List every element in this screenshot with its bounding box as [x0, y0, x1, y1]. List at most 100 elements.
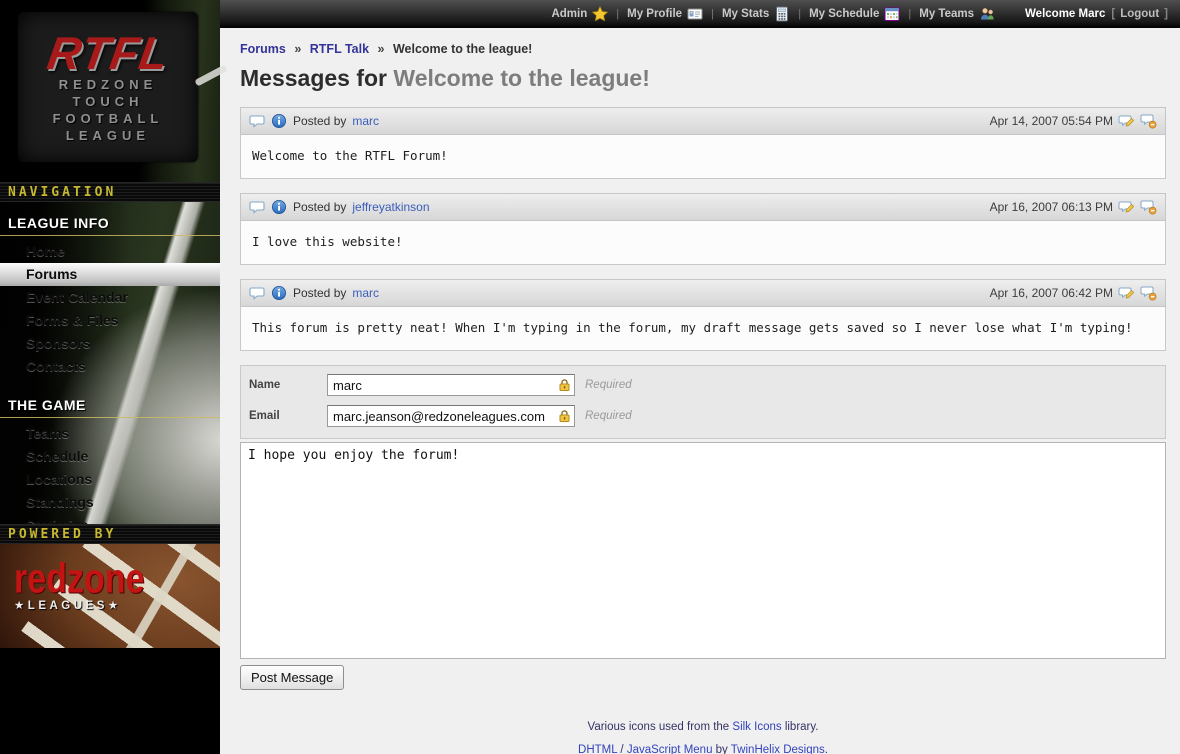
- breadcrumb-separator: »: [289, 42, 306, 56]
- footer-text: /: [617, 744, 627, 754]
- league-logo-area: RTFL REDZONE TOUCH FOOTBALL LEAGUE: [0, 0, 220, 182]
- email-input[interactable]: [327, 405, 575, 427]
- posted-by-label: Posted by: [293, 114, 346, 128]
- topbar-item-label: My Stats: [722, 8, 769, 20]
- sidebar-item-forms-files[interactable]: Forms & Files: [0, 309, 220, 332]
- required-label: Required: [585, 379, 632, 391]
- name-row: Name Required: [249, 374, 1157, 396]
- twinhelix-designs-link[interactable]: TwinHelix Designs: [731, 744, 825, 754]
- posted-by-label: Posted by: [293, 200, 346, 214]
- content: Forums » RTFL Talk » Welcome to the leag…: [220, 28, 1180, 754]
- sidebar-filler: [0, 648, 220, 754]
- javascript-menu-link[interactable]: JavaScript Menu: [627, 744, 713, 754]
- footer: Various icons used from the Silk Icons l…: [240, 716, 1166, 754]
- message-date: Apr 16, 2007 06:13 PM: [990, 200, 1113, 214]
- footer-text: library.: [782, 721, 819, 733]
- comment-edit-icon[interactable]: [1118, 199, 1135, 215]
- topbar-item-my-stats[interactable]: My Stats: [714, 6, 798, 22]
- sidebar-item-event-calendar[interactable]: Event Calendar: [0, 286, 220, 309]
- topbar-item-label: My Schedule: [809, 8, 879, 20]
- powered-by-header: POWERED BY: [0, 524, 220, 544]
- sidebar-nav: LEAGUE INFO Home Forums Event Calendar F…: [0, 202, 220, 524]
- welcome-user-label: Welcome Marc: [1019, 8, 1111, 20]
- topbar-item-admin[interactable]: Admin: [543, 6, 616, 22]
- page-title: Messages for Welcome to the league!: [240, 65, 1166, 92]
- comment-delete-icon[interactable]: [1140, 113, 1157, 129]
- lock-icon: [558, 378, 571, 392]
- vcard-icon: [687, 6, 703, 22]
- message-post: Posted by marc Apr 14, 2007 05:54 PM Wel…: [240, 107, 1166, 179]
- sidebar-item-teams[interactable]: Teams: [0, 422, 220, 445]
- message-body: This forum is pretty neat! When I'm typi…: [240, 307, 1166, 351]
- posted-by-label: Posted by: [293, 286, 346, 300]
- footer-line-icons: Various icons used from the Silk Icons l…: [240, 716, 1166, 739]
- comment-icon: [249, 199, 265, 215]
- comment-delete-icon[interactable]: [1140, 199, 1157, 215]
- sidebar: RTFL REDZONE TOUCH FOOTBALL LEAGUE NAVIG…: [0, 0, 220, 754]
- nav-section-the-game: THE GAME: [0, 392, 220, 418]
- breadcrumb-current: Welcome to the league!: [393, 42, 532, 56]
- message-body: Welcome to the RTFL Forum!: [240, 135, 1166, 179]
- message-meta: Apr 16, 2007 06:42 PM: [990, 285, 1157, 301]
- footer-text: Various icons used from the: [588, 721, 733, 733]
- message-meta: Apr 16, 2007 06:13 PM: [990, 199, 1157, 215]
- comment-icon: [249, 285, 265, 301]
- name-input-wrap: [327, 374, 575, 396]
- breadcrumb-rtfl-talk-link[interactable]: RTFL Talk: [310, 42, 369, 56]
- footer-text: .: [825, 744, 828, 754]
- footer-line-menu: DHTML / JavaScript Menu by TwinHelix Des…: [240, 739, 1166, 754]
- information-icon[interactable]: [271, 285, 287, 301]
- message-author-link[interactable]: jeffreyatkinson: [352, 200, 429, 214]
- information-icon[interactable]: [271, 199, 287, 215]
- topbar-item-my-teams[interactable]: My Teams: [911, 6, 1003, 22]
- message-post: Posted by marc Apr 16, 2007 06:42 PM Thi…: [240, 279, 1166, 351]
- message-author-link[interactable]: marc: [352, 114, 379, 128]
- message-date: Apr 16, 2007 06:42 PM: [990, 286, 1113, 300]
- message-author-link[interactable]: marc: [352, 286, 379, 300]
- sidebar-item-home[interactable]: Home: [0, 240, 220, 263]
- topbar-item-my-schedule[interactable]: My Schedule: [801, 6, 908, 22]
- sidebar-item-sponsors[interactable]: Sponsors: [0, 332, 220, 355]
- nav-section-league-info: LEAGUE INFO: [0, 210, 220, 236]
- dhtml-link[interactable]: DHTML: [578, 744, 617, 754]
- post-message-button[interactable]: Post Message: [240, 665, 344, 690]
- comment-delete-icon[interactable]: [1140, 285, 1157, 301]
- message-meta: Apr 14, 2007 05:54 PM: [990, 113, 1157, 129]
- footer-text: by: [712, 744, 730, 754]
- logo-acronym: RTFL: [44, 30, 172, 76]
- redzone-leagues-logo: redzone ★LEAGUES★: [14, 560, 156, 612]
- breadcrumb: Forums » RTFL Talk » Welcome to the leag…: [240, 42, 1166, 56]
- comment-icon: [249, 113, 265, 129]
- page-title-topic: Welcome to the league!: [393, 65, 649, 91]
- star-icon: [592, 6, 608, 22]
- logout-link[interactable]: Logout: [1115, 8, 1164, 20]
- silk-icons-link[interactable]: Silk Icons: [732, 721, 781, 733]
- sidebar-item-locations[interactable]: Locations: [0, 468, 220, 491]
- message-date: Apr 14, 2007 05:54 PM: [990, 114, 1113, 128]
- sidebar-item-schedule[interactable]: Schedule: [0, 445, 220, 468]
- sidebar-item-contacts[interactable]: Contacts: [0, 355, 220, 378]
- redzone-leagues-banner[interactable]: redzone ★LEAGUES★: [0, 544, 220, 648]
- email-row: Email Required: [249, 405, 1157, 427]
- sidebar-item-standings[interactable]: Standings: [0, 491, 220, 514]
- breadcrumb-separator: »: [373, 42, 390, 56]
- comment-edit-icon[interactable]: [1118, 113, 1135, 129]
- required-label: Required: [585, 410, 632, 422]
- league-logo[interactable]: RTFL REDZONE TOUCH FOOTBALL LEAGUE: [18, 12, 198, 162]
- message-header: Posted by jeffreyatkinson Apr 16, 2007 0…: [240, 193, 1166, 221]
- topbar-item-my-profile[interactable]: My Profile: [619, 6, 711, 22]
- name-input[interactable]: [327, 374, 575, 396]
- email-input-wrap: [327, 405, 575, 427]
- topbar-item-label: My Profile: [627, 8, 682, 20]
- redzone-logo-text: redzone: [14, 560, 145, 598]
- message-header: Posted by marc Apr 16, 2007 06:42 PM: [240, 279, 1166, 307]
- breadcrumb-forums-link[interactable]: Forums: [240, 42, 286, 56]
- navigation-header: NAVIGATION: [0, 182, 220, 202]
- comment-edit-icon[interactable]: [1118, 285, 1135, 301]
- logout-bracket: ]: [1164, 8, 1168, 20]
- message-textarea[interactable]: I hope you enjoy the forum!: [240, 442, 1166, 659]
- logo-line: FOOTBALL: [53, 110, 164, 127]
- information-icon[interactable]: [271, 113, 287, 129]
- email-label: Email: [249, 410, 327, 422]
- sidebar-item-forums[interactable]: Forums: [0, 263, 220, 286]
